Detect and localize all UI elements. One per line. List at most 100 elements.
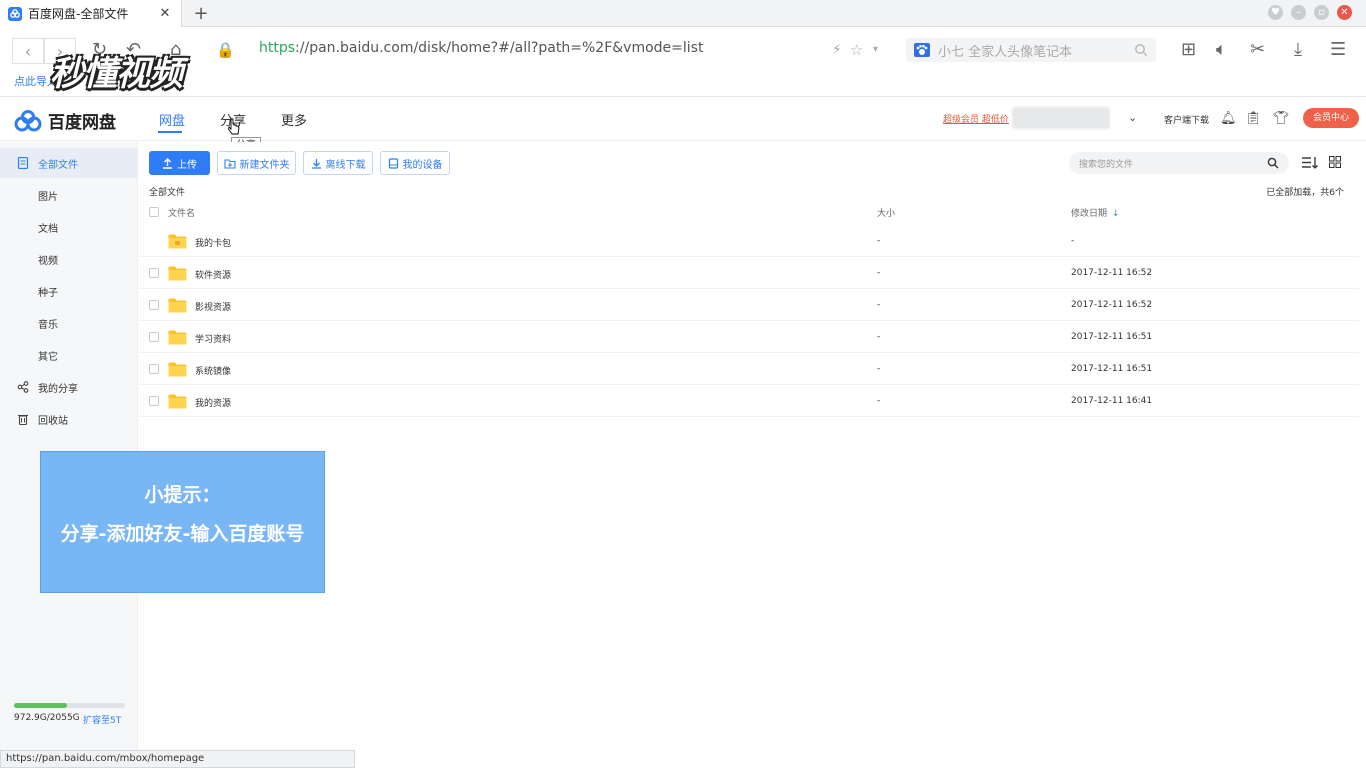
row-checkbox[interactable] xyxy=(149,300,159,310)
file-size: - xyxy=(877,236,881,246)
active-nav-underline xyxy=(158,131,182,133)
sidebar-item-my-shares[interactable]: 我的分享 xyxy=(0,372,138,402)
scissors-icon[interactable]: ✂ xyxy=(1250,40,1265,60)
url-text: ://pan.baidu.com/disk/home?#/all?path=%2… xyxy=(295,40,704,56)
apps-grid-icon[interactable]: ⊞ xyxy=(1181,40,1196,60)
row-checkbox[interactable] xyxy=(149,364,159,374)
row-checkbox[interactable] xyxy=(149,268,159,278)
browser-search-input[interactable]: 小七 全家人头像笔记本 xyxy=(906,38,1156,62)
file-name[interactable]: 学习资料 xyxy=(195,332,231,345)
file-name[interactable]: 影视资源 xyxy=(195,300,231,313)
skin-icon[interactable]: ♥ xyxy=(1268,5,1283,20)
file-name[interactable]: 系统镜像 xyxy=(195,364,231,377)
baidu-pan-logo[interactable]: 百度网盘 xyxy=(14,108,116,133)
browser-tab[interactable]: 百度网盘-全部文件 ✕ xyxy=(0,0,182,27)
row-checkbox[interactable] xyxy=(149,396,159,406)
sidebar-item-documents[interactable]: 文档 xyxy=(0,212,138,242)
expand-storage-link[interactable]: 扩容至5T xyxy=(83,713,121,726)
file-name[interactable]: 软件资源 xyxy=(195,268,231,281)
table-row[interactable]: 我的资源 - 2017-12-11 16:41 xyxy=(139,385,1359,417)
new-folder-icon xyxy=(223,158,236,169)
sidebar-item-recycle-bin[interactable]: 回收站 xyxy=(0,404,138,434)
user-chevron-down-icon[interactable]: ⌄ xyxy=(1128,111,1137,124)
sound-icon[interactable]: 🔈︎ xyxy=(1216,40,1227,60)
sort-desc-arrow-icon: ↓ xyxy=(1112,209,1120,219)
bookmark-star-icon[interactable]: ☆ xyxy=(850,40,863,60)
sidebar-item-all-files[interactable]: 全部文件 xyxy=(0,148,138,178)
column-header-name[interactable]: 文件名 xyxy=(168,206,195,219)
offline-download-button[interactable]: 离线下载 xyxy=(303,151,373,175)
my-devices-button[interactable]: 我的设备 xyxy=(380,151,450,175)
file-name[interactable]: 我的卡包 xyxy=(195,236,231,249)
clipboard-icon[interactable]: 📋︎ xyxy=(1245,111,1262,126)
trash-icon xyxy=(18,414,28,425)
table-row[interactable]: 软件资源 - 2017-12-11 16:52 xyxy=(139,257,1359,289)
nav-netdisk[interactable]: 网盘 xyxy=(159,110,185,129)
new-folder-button[interactable]: 新建文件夹 xyxy=(217,151,296,175)
upload-button[interactable]: 上传 xyxy=(149,151,210,175)
shirt-skin-icon[interactable]: 👕︎ xyxy=(1273,111,1290,126)
browser-toolbar: ‹ › ↻ ↶ ⌂ 🔒 https://pan.baidu.com/disk/h… xyxy=(0,28,1366,72)
breadcrumb[interactable]: 全部文件 xyxy=(149,185,185,198)
grid-view-icon[interactable] xyxy=(1329,156,1341,168)
notification-bell-icon[interactable]: 🔔︎ xyxy=(1220,111,1237,126)
minimize-icon[interactable]: – xyxy=(1291,5,1306,20)
column-header-date[interactable]: 修改日期 ↓ xyxy=(1071,206,1120,219)
sidebar-item-other[interactable]: 其它 xyxy=(0,340,138,370)
sidebar-item-label: 其它 xyxy=(38,351,58,363)
storage-quota-fill xyxy=(14,703,67,708)
folder-icon xyxy=(168,330,187,345)
upload-icon xyxy=(163,157,172,169)
download-icon[interactable]: ⤓ xyxy=(1294,40,1302,60)
lightning-icon[interactable]: ⚡ xyxy=(832,40,842,60)
sidebar-item-videos[interactable]: 视频 xyxy=(0,244,138,274)
file-size: - xyxy=(877,364,881,374)
table-row[interactable]: 学习资料 - 2017-12-11 16:51 xyxy=(139,321,1359,353)
file-table-header: 文件名 大小 修改日期 ↓ xyxy=(139,201,1359,223)
offline-download-label: 离线下载 xyxy=(325,159,366,171)
file-name[interactable]: 我的资源 xyxy=(195,396,231,409)
file-date: 2017-12-11 16:41 xyxy=(1071,396,1153,406)
column-header-size[interactable]: 大小 xyxy=(877,206,895,219)
sidebar-item-label: 回收站 xyxy=(38,415,68,427)
super-vip-promo-link[interactable]: 超级会员 超低价 xyxy=(943,112,1009,125)
table-row[interactable]: 影视资源 - 2017-12-11 16:52 xyxy=(139,289,1359,321)
tip-text: 分享-添加好友-输入百度账号 xyxy=(60,523,305,545)
sidebar-item-music[interactable]: 音乐 xyxy=(0,308,138,338)
username-blurred[interactable] xyxy=(1012,107,1110,129)
back-button[interactable]: ‹ xyxy=(12,38,44,64)
tip-overlay: 小提示： 分享-添加好友-输入百度账号 xyxy=(40,451,325,593)
folder-icon xyxy=(168,394,187,409)
close-window-icon[interactable]: ✕ xyxy=(1337,5,1352,20)
folder-icon xyxy=(168,234,187,249)
search-engine-paw-icon[interactable] xyxy=(914,43,930,57)
sort-icon[interactable] xyxy=(1301,156,1319,169)
restore-icon[interactable]: ▫ xyxy=(1314,5,1329,20)
new-tab-button[interactable]: + xyxy=(186,2,216,25)
vip-center-button[interactable]: 会员中心 xyxy=(1303,108,1359,128)
select-all-checkbox[interactable] xyxy=(149,207,159,217)
share-icon xyxy=(17,381,29,393)
table-row[interactable]: 系统镜像 - 2017-12-11 16:51 xyxy=(139,353,1359,385)
status-bar-url: https://pan.baidu.com/mbox/homepage xyxy=(0,750,355,768)
sidebar-item-torrents[interactable]: 种子 xyxy=(0,276,138,306)
file-search-input[interactable]: 搜索您的文件 xyxy=(1069,152,1289,174)
file-date: 2017-12-11 16:52 xyxy=(1071,268,1153,278)
upload-label: 上传 xyxy=(177,159,197,171)
sidebar-item-images[interactable]: 图片 xyxy=(0,180,138,210)
file-date: - xyxy=(1071,236,1075,246)
table-row[interactable]: 我的卡包 - - xyxy=(139,225,1359,257)
tab-title: 百度网盘-全部文件 xyxy=(28,7,129,21)
search-icon[interactable] xyxy=(1134,43,1148,57)
chevron-down-icon[interactable]: ▾ xyxy=(873,40,878,60)
file-date: 2017-12-11 16:52 xyxy=(1071,300,1153,310)
row-checkbox[interactable] xyxy=(149,332,159,342)
address-bar[interactable]: https://pan.baidu.com/disk/home?#/all?pa… xyxy=(259,40,703,56)
client-download-link[interactable]: 客户端下载 xyxy=(1164,113,1209,126)
close-tab-icon[interactable]: ✕ xyxy=(155,6,175,21)
nav-more[interactable]: 更多 xyxy=(281,110,307,129)
sidebar-item-label: 文档 xyxy=(38,223,58,235)
menu-icon[interactable]: ☰ xyxy=(1330,40,1346,60)
search-icon[interactable] xyxy=(1267,157,1279,169)
storage-quota-bar xyxy=(14,703,125,708)
